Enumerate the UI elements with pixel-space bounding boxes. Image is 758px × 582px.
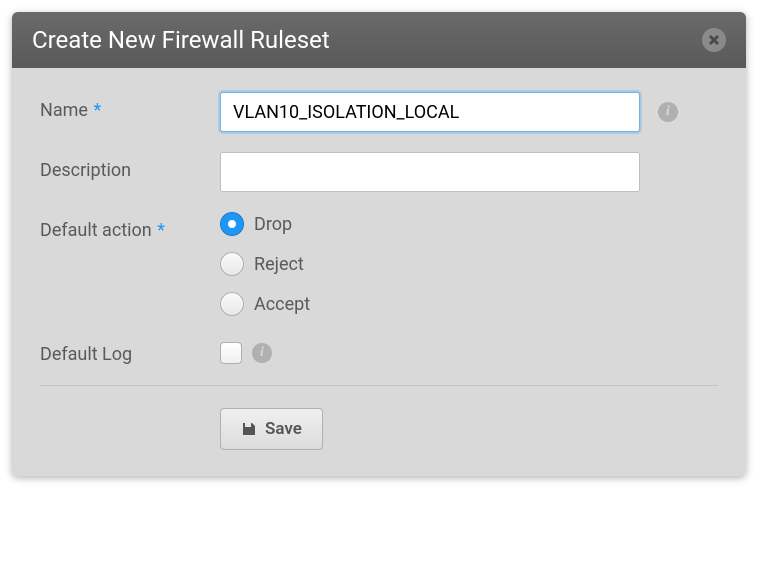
create-firewall-ruleset-modal: Create New Firewall Ruleset Name * i Des… bbox=[12, 12, 746, 476]
radio-option-reject[interactable]: Reject bbox=[220, 252, 310, 276]
description-row: Description bbox=[40, 152, 718, 192]
info-icon[interactable]: i bbox=[252, 343, 272, 363]
default-log-checkbox[interactable] bbox=[220, 342, 242, 364]
save-row: Save bbox=[40, 408, 718, 458]
radio-icon bbox=[220, 212, 244, 236]
default-log-row: Default Log i bbox=[40, 336, 718, 365]
divider bbox=[40, 385, 718, 386]
modal-title: Create New Firewall Ruleset bbox=[32, 26, 330, 54]
description-label: Description bbox=[40, 152, 220, 181]
default-action-row: Default action * Drop Reject Accept bbox=[40, 212, 718, 316]
modal-body: Name * i Description Default action * bbox=[12, 68, 746, 476]
save-button[interactable]: Save bbox=[220, 408, 323, 450]
radio-option-drop[interactable]: Drop bbox=[220, 212, 310, 236]
close-button[interactable] bbox=[702, 28, 726, 52]
required-mark: * bbox=[93, 100, 101, 121]
description-input[interactable] bbox=[220, 152, 640, 192]
radio-icon bbox=[220, 292, 244, 316]
default-action-label: Default action * bbox=[40, 212, 220, 241]
radio-label: Reject bbox=[254, 254, 304, 275]
info-icon[interactable]: i bbox=[658, 102, 678, 122]
name-input[interactable] bbox=[220, 92, 640, 132]
radio-label: Drop bbox=[254, 214, 292, 235]
radio-icon bbox=[220, 252, 244, 276]
default-action-radio-group: Drop Reject Accept bbox=[220, 212, 310, 316]
required-mark: * bbox=[157, 220, 165, 241]
radio-option-accept[interactable]: Accept bbox=[220, 292, 310, 316]
modal-header: Create New Firewall Ruleset bbox=[12, 12, 746, 68]
name-label: Name * bbox=[40, 92, 220, 121]
name-row: Name * i bbox=[40, 92, 718, 132]
default-log-label: Default Log bbox=[40, 336, 220, 365]
close-icon bbox=[708, 34, 720, 46]
radio-label: Accept bbox=[254, 294, 310, 315]
save-icon bbox=[241, 421, 257, 437]
